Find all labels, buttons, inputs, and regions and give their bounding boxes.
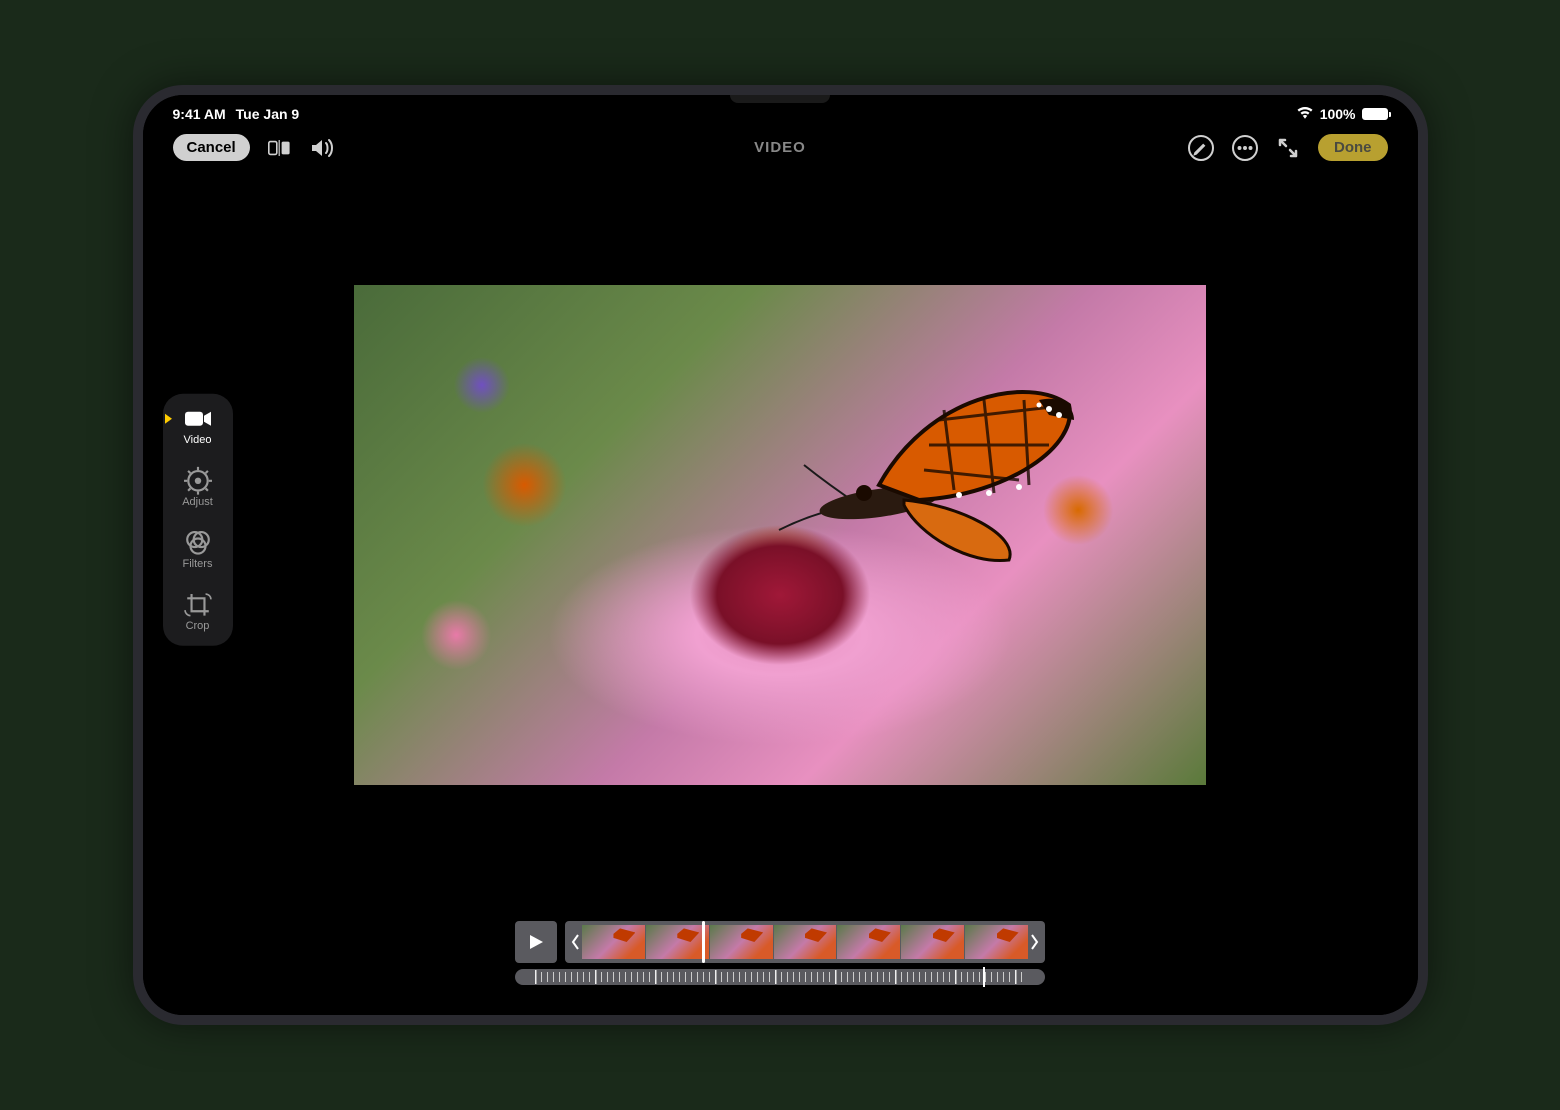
- markup-icon[interactable]: [1188, 135, 1214, 161]
- timeline-frame: [965, 925, 1028, 959]
- play-button[interactable]: [515, 921, 557, 963]
- status-time: 9:41 AM: [173, 106, 226, 122]
- battery-percentage: 100%: [1320, 106, 1356, 122]
- timeline-frame: [901, 925, 964, 959]
- editor-mode-title: VIDEO: [754, 139, 806, 156]
- timeline-frame: [837, 925, 900, 959]
- status-date: Tue Jan 9: [236, 106, 300, 122]
- frame-ruler[interactable]: [515, 969, 1045, 985]
- sidebar-item-crop[interactable]: Crop: [173, 594, 223, 632]
- scrubber-section: [143, 921, 1418, 1015]
- preview-content-illustration: [729, 365, 1079, 565]
- crop-rotate-icon: [184, 594, 212, 616]
- ruler-marker[interactable]: [983, 967, 985, 987]
- adjust-dial-icon: [184, 470, 212, 492]
- battery-icon: [1362, 108, 1388, 120]
- main-area: Video Adjust Filters: [143, 169, 1418, 921]
- done-button[interactable]: Done: [1318, 134, 1388, 161]
- timeline-frame: [582, 925, 645, 959]
- ruler-ticks: [535, 972, 1025, 982]
- video-camera-icon: [184, 408, 212, 430]
- playhead[interactable]: [702, 921, 705, 963]
- sidebar-item-video[interactable]: Video: [173, 408, 223, 446]
- timeline-frame: [710, 925, 773, 959]
- video-preview[interactable]: [354, 285, 1206, 785]
- screen: 9:41 AM Tue Jan 9 100% Cancel: [143, 95, 1418, 1015]
- three-circles-icon: [184, 532, 212, 554]
- trim-start-handle[interactable]: [569, 925, 581, 959]
- ipad-device-frame: 9:41 AM Tue Jan 9 100% Cancel: [133, 85, 1428, 1025]
- compare-split-icon[interactable]: [268, 136, 292, 160]
- sidebar-label: Filters: [183, 558, 213, 570]
- edit-mode-sidebar: Video Adjust Filters: [163, 394, 233, 646]
- video-timeline[interactable]: [565, 921, 1045, 963]
- timeline-frame: [646, 925, 709, 959]
- trim-end-handle[interactable]: [1029, 925, 1041, 959]
- sidebar-label: Video: [184, 434, 212, 446]
- sidebar-item-adjust[interactable]: Adjust: [173, 470, 223, 508]
- timeline-frame: [774, 925, 837, 959]
- more-options-icon[interactable]: [1232, 135, 1258, 161]
- timeline-thumbnails[interactable]: [582, 925, 1028, 959]
- toolbar: Cancel VIDEO Done: [143, 126, 1418, 169]
- status-bar: 9:41 AM Tue Jan 9 100%: [143, 95, 1418, 126]
- sidebar-label: Adjust: [182, 496, 213, 508]
- wifi-icon: [1296, 105, 1314, 122]
- sidebar-label: Crop: [186, 620, 210, 632]
- sidebar-item-filters[interactable]: Filters: [173, 532, 223, 570]
- volume-icon[interactable]: [310, 136, 338, 160]
- fullscreen-icon[interactable]: [1276, 136, 1300, 160]
- cancel-button[interactable]: Cancel: [173, 134, 250, 161]
